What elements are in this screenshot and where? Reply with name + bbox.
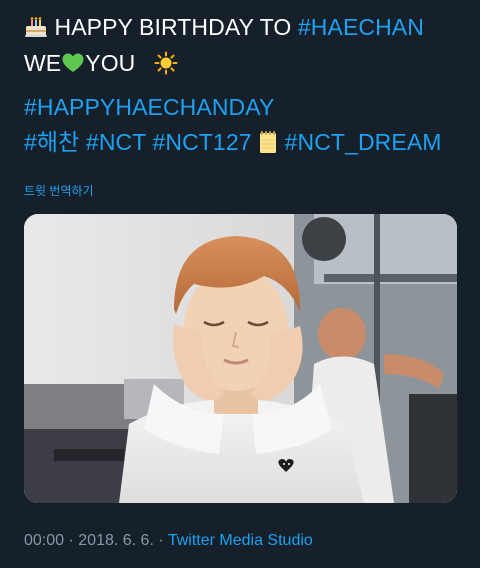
translate-tweet-link[interactable]: 트윗 번역하기 — [24, 183, 94, 199]
hashtag-nct-link[interactable]: #NCT — [86, 129, 146, 155]
tweet-meta: 00:00 · 2018. 6. 6. · Twitter Media Stud… — [24, 531, 313, 551]
you-text: YOU — [85, 50, 136, 76]
meta-separator: · — [68, 532, 74, 549]
tweet-time: 00:00 — [24, 532, 65, 549]
tweet-line-1: HAPPY BIRTHDAY TO #HAECHAN — [24, 13, 424, 45]
birthday-text: HAPPY BIRTHDAY TO — [54, 14, 292, 40]
tweet-source-link[interactable]: Twitter Media Studio — [168, 532, 313, 549]
green-heart-icon — [61, 51, 85, 81]
tweet-line-4: #해찬 #NCT #NCT127 #NCT_DREAM — [24, 128, 442, 160]
we-text: WE — [24, 50, 62, 76]
tweet-photo[interactable] — [24, 214, 457, 503]
hashtag-nct-dream-link[interactable]: #NCT_DREAM — [285, 129, 442, 155]
hashtag-haechan-korean-link[interactable]: #해찬 — [24, 129, 79, 155]
tweet-line-3: #HAPPYHAECHANDAY — [24, 93, 274, 121]
hashtag-nct127-link[interactable]: #NCT127 — [152, 129, 251, 155]
meta-separator: · — [158, 532, 164, 549]
hashtag-happyhaechanday-link[interactable]: #HAPPYHAECHANDAY — [24, 94, 274, 120]
birthday-cake-icon — [24, 15, 48, 45]
photo-illustration — [24, 214, 457, 503]
tweet-date: 2018. 6. 6. — [78, 532, 154, 549]
tweet-line-2: WE YOU — [24, 49, 178, 81]
hashtag-haechan-link[interactable]: #HAECHAN — [298, 14, 424, 40]
sun-icon — [154, 51, 178, 81]
notepad-icon — [258, 130, 278, 160]
